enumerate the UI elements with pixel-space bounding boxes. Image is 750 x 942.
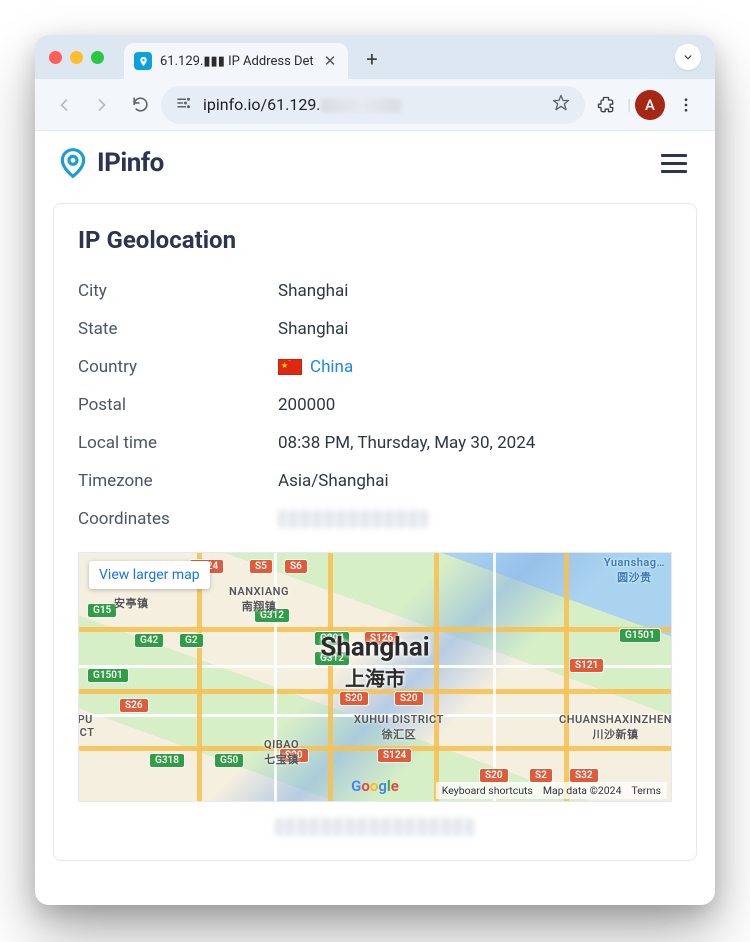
label-postal: Postal [78,395,278,415]
value-state: Shanghai [278,319,672,339]
country-link[interactable]: China [310,357,353,377]
badge-g2: G2 [179,633,204,648]
url-text: ipinfo.io/61.129. [203,95,541,114]
browser-toolbar: ipinfo.io/61.129. | A [35,79,715,131]
row-city: City Shanghai [78,272,672,310]
embedded-map[interactable]: S224 S5 S6 G15 G42 G2 G312 G204 S126 G31… [78,552,672,802]
district-xuhui: XUHUI DISTRICT徐汇区 [354,713,444,742]
badge-s121: S121 [569,658,604,673]
profile-avatar[interactable]: A [635,90,665,120]
row-country: Country China [78,348,672,386]
row-localtime: Local time 08:38 PM, Thursday, May 30, 2… [78,424,672,462]
address-bar[interactable]: ipinfo.io/61.129. [161,86,585,124]
redacted-footer [78,802,672,840]
browser-menu-button[interactable] [669,88,703,122]
hamburger-menu-button[interactable] [655,148,693,179]
site-logo[interactable]: IPinfo [57,147,164,179]
row-timezone: Timezone Asia/Shanghai [78,462,672,500]
tab-title: 61.129.▮▮▮ IP Address Det [160,54,314,69]
browser-titlebar: 61.129.▮▮▮ IP Address Det ✕ + [35,35,715,79]
bookmark-star-icon[interactable] [551,93,571,117]
map-data-copyright[interactable]: Map data ©2024 [543,784,622,797]
row-state: State Shanghai [78,310,672,348]
browser-tab[interactable]: 61.129.▮▮▮ IP Address Det ✕ [124,43,348,79]
value-city: Shanghai [278,281,672,301]
label-localtime: Local time [78,433,278,453]
tab-close-button[interactable]: ✕ [322,52,339,70]
map-keyboard-shortcuts[interactable]: Keyboard shortcuts [442,784,533,797]
extensions-button[interactable] [589,88,623,122]
district-nanxiang: NANXIANG南翔镇 [229,585,289,614]
badge-s6: S6 [284,559,308,574]
badge-s124: S124 [377,748,412,763]
value-localtime: 08:38 PM, Thursday, May 30, 2024 [278,433,672,453]
badge-s2: S2 [529,768,553,783]
district-qibao: QIBAO七宝镇 [264,738,299,767]
geolocation-card: IP Geolocation City Shanghai State Shang… [53,203,697,861]
map-attribution: Keyboard shortcuts Map data ©2024 Terms [436,782,667,799]
logo-pin-icon [57,147,89,179]
tab-favicon [134,52,152,70]
badge-g50: G50 [214,753,244,768]
browser-window: 61.129.▮▮▮ IP Address Det ✕ + ipinfo.io/… [35,35,715,905]
district-chuansha: CHUANSHAXINZHEN川沙新镇 [559,713,672,742]
label-city: City [78,281,278,301]
badge-g1501b: G1501 [619,628,661,643]
badge-s32: S32 [569,768,599,783]
label-country: Country [78,357,278,377]
badge-s20a: S20 [339,691,369,706]
value-timezone: Asia/Shanghai [278,471,672,491]
redacted-coordinates [278,510,428,528]
value-country: China [278,357,672,377]
label-state: State [78,319,278,339]
card-title: IP Geolocation [78,226,672,254]
value-postal: 200000 [278,395,672,415]
redacted-url-segment [321,99,401,113]
china-flag-icon [278,359,302,375]
badge-g318: G318 [149,753,185,768]
map-city-label: Shanghai 上海市 [320,633,429,692]
badge-g42: G42 [134,633,164,648]
new-tab-button[interactable]: + [358,47,385,71]
forward-button[interactable] [85,88,119,122]
label-timezone: Timezone [78,471,278,491]
badge-s5: S5 [249,559,273,574]
minimize-window-button[interactable] [70,51,83,64]
window-controls [49,51,104,64]
badge-s26: S26 [119,698,149,713]
badge-s20d: S20 [479,768,509,783]
tabs-dropdown-button[interactable] [675,44,701,70]
district-pu: PUICT [78,713,94,739]
value-coordinates [278,509,672,529]
reload-button[interactable] [123,88,157,122]
site-settings-icon[interactable] [175,94,193,116]
view-larger-map-button[interactable]: View larger map [89,561,210,589]
label-coordinates: Coordinates [78,509,278,529]
site-header: IPinfo [35,131,715,191]
badge-s20b: S20 [394,691,424,706]
badge-g15: G15 [87,603,117,618]
badge-g1501a: G1501 [87,668,129,683]
back-button[interactable] [47,88,81,122]
district-anting: 安亭镇 [114,595,149,611]
page-content: IPinfo IP Geolocation City Shanghai Stat… [35,131,715,905]
row-coordinates: Coordinates [78,500,672,538]
logo-text: IPinfo [97,148,164,178]
maximize-window-button[interactable] [91,51,104,64]
google-logo: Google [351,777,399,795]
district-yuanshang: Yuanshag…圆沙贵 [604,556,665,585]
close-window-button[interactable] [49,51,62,64]
row-postal: Postal 200000 [78,386,672,424]
map-terms[interactable]: Terms [631,784,661,797]
